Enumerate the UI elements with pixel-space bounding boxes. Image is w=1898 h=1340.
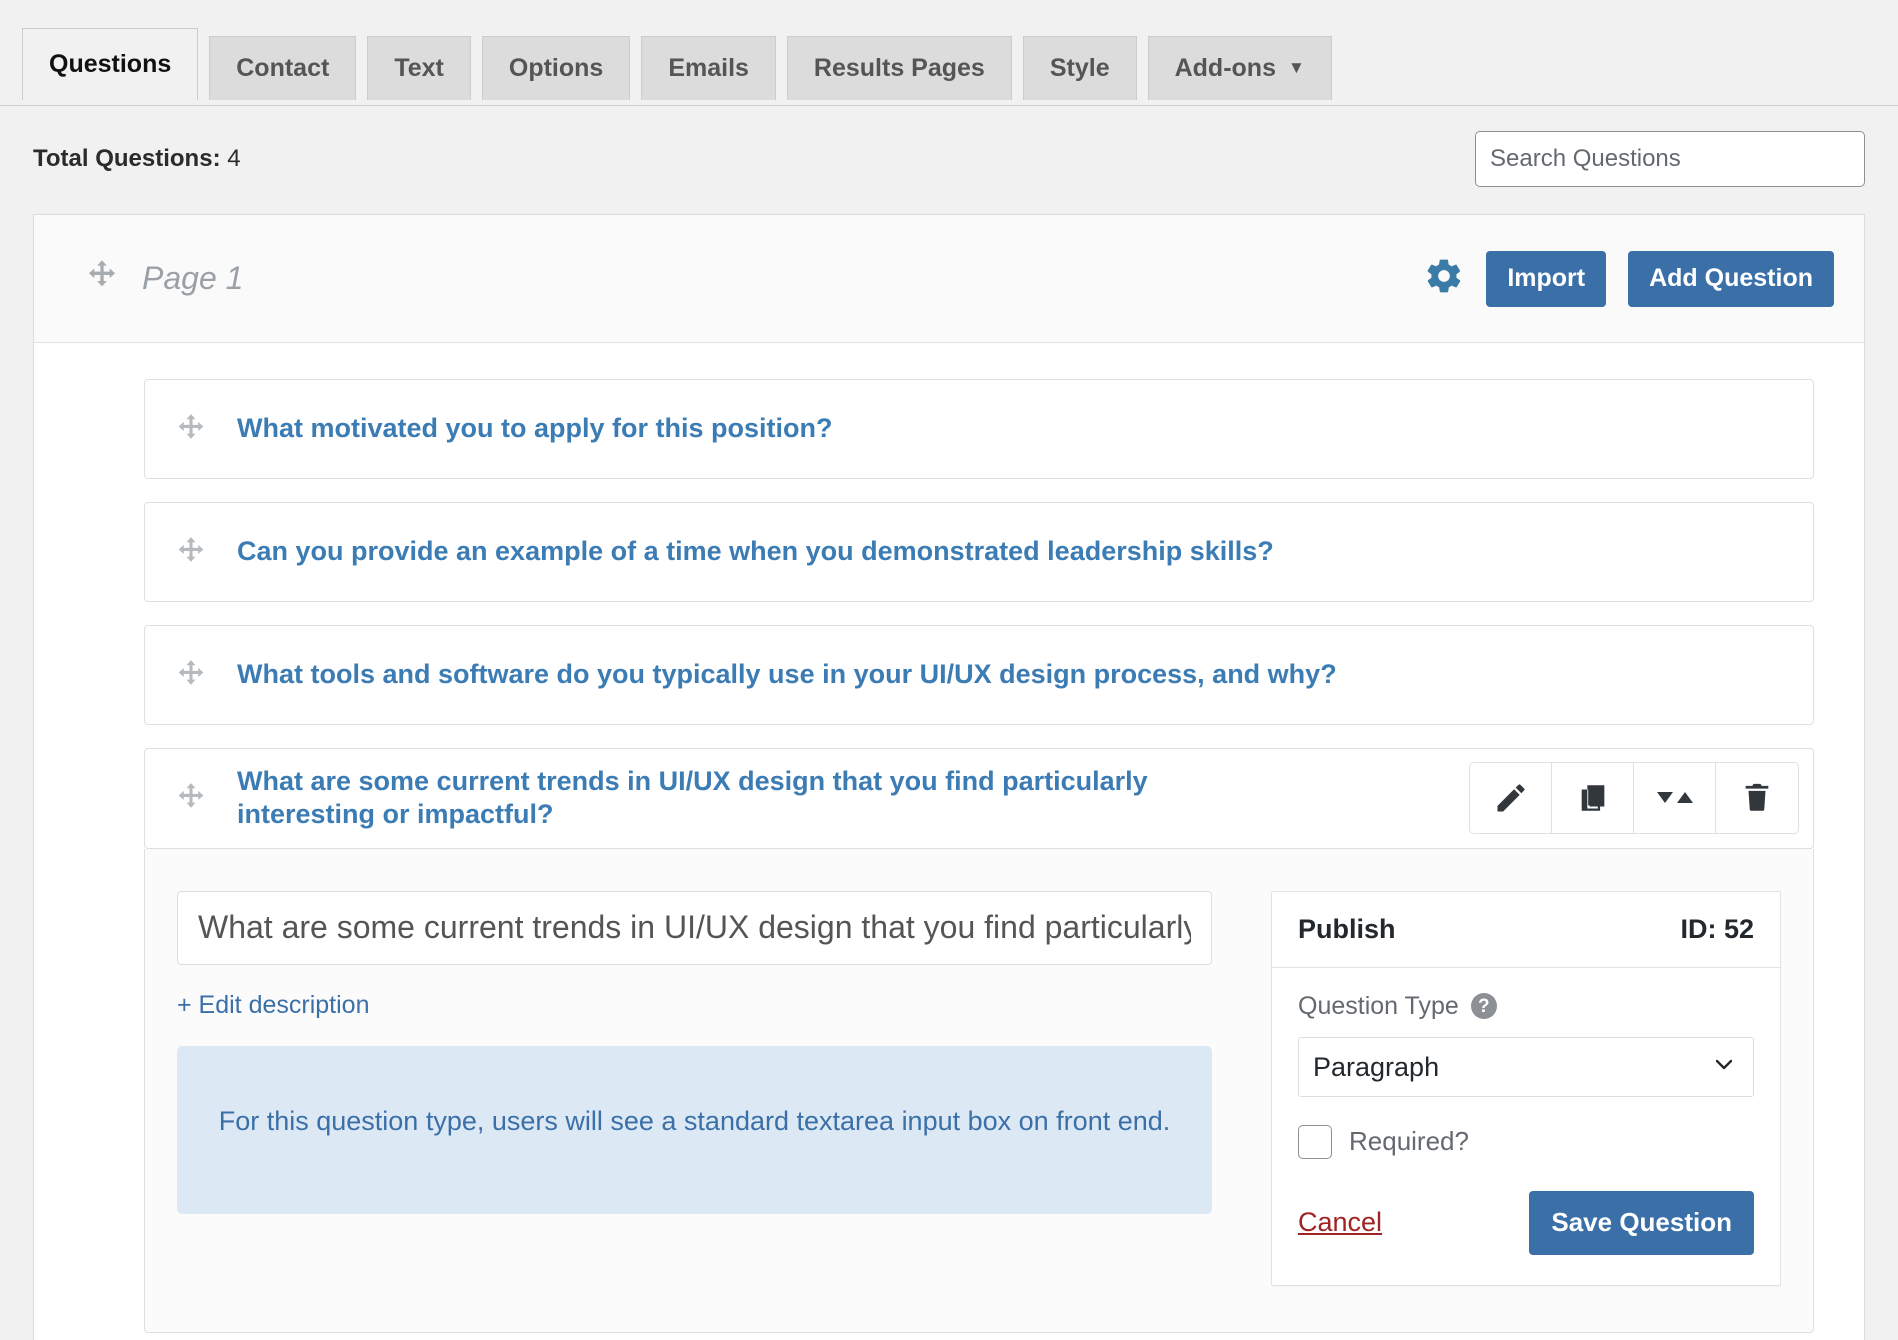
page-header-actions: Import Add Question [1424, 250, 1834, 307]
question-drag-handle[interactable] [145, 412, 237, 446]
question-title[interactable]: Can you provide an example of a time whe… [237, 535, 1298, 568]
tab-label: Options [508, 54, 604, 82]
publish-title: Publish [1298, 913, 1396, 944]
edit-icon[interactable] [1470, 763, 1552, 834]
publish-header: Publish ID: 52 [1272, 892, 1780, 968]
move-icon[interactable] [1634, 763, 1716, 834]
page-drag-handle[interactable] [84, 258, 120, 299]
tab-style[interactable]: Style [1022, 36, 1137, 100]
tab-bar: Questions Contact Text Options Emails Results… [0, 0, 1898, 106]
tab-results-pages[interactable]: Results Pages [786, 36, 1012, 100]
tab-bar-underline [0, 105, 1898, 106]
question-list: What motivated you to apply for this pos… [34, 343, 1864, 849]
page-header-left: Page 1 [84, 258, 243, 299]
question-row[interactable]: Can you provide an example of a time whe… [144, 502, 1814, 602]
question-row[interactable]: What are some current trends in UI/UX de… [144, 748, 1814, 849]
save-question-button[interactable]: Save Question [1529, 1190, 1754, 1255]
publish-footer: Cancel Save Question [1298, 1190, 1754, 1255]
question-drag-handle[interactable] [145, 658, 237, 692]
question-title[interactable]: What motivated you to apply for this pos… [237, 412, 857, 445]
required-checkbox[interactable] [1298, 1124, 1332, 1159]
total-questions: Total Questions: 4 [33, 145, 241, 173]
tab-label: Questions [49, 50, 172, 78]
tab-options[interactable]: Options [481, 36, 631, 100]
gear-icon[interactable] [1424, 256, 1464, 301]
page-header: Page 1 Import Add Question [34, 215, 1864, 343]
question-row[interactable]: What tools and software do you typically… [144, 625, 1814, 725]
question-title[interactable]: What are some current trends in UI/UX de… [237, 765, 1267, 832]
question-type-select[interactable]: Paragraph [1298, 1036, 1754, 1097]
question-title-input[interactable] [177, 890, 1212, 965]
tab-emails[interactable]: Emails [641, 36, 776, 100]
required-label[interactable]: Required? [1349, 1126, 1469, 1157]
tab-list: Questions Contact Text Options Emails Results… [22, 28, 1898, 101]
tab-label: Results Pages [813, 54, 985, 82]
import-button[interactable]: Import [1486, 250, 1607, 307]
tab-label: Contact [236, 54, 330, 82]
total-questions-label: Total Questions: [33, 145, 221, 172]
question-type-select-wrap: Paragraph [1298, 1036, 1754, 1097]
question-drag-handle[interactable] [145, 781, 237, 815]
duplicate-icon[interactable] [1552, 763, 1634, 834]
chevron-down-icon: ▼ [1287, 58, 1305, 77]
tab-text[interactable]: Text [367, 36, 471, 100]
add-question-button[interactable]: Add Question [1628, 250, 1834, 307]
help-icon[interactable]: ? [1470, 993, 1497, 1020]
question-type-hint: For this question type, users will see a… [177, 1045, 1212, 1215]
tab-label: Add-ons [1174, 54, 1276, 82]
tab-contact[interactable]: Contact [209, 36, 357, 100]
total-questions-count: 4 [227, 145, 241, 172]
questions-toolbar: Total Questions: 4 [0, 106, 1898, 188]
question-drag-handle[interactable] [145, 535, 237, 569]
page-title: Page 1 [142, 260, 244, 296]
question-id: ID: 52 [1680, 913, 1754, 944]
tab-questions[interactable]: Questions [22, 28, 199, 101]
question-row[interactable]: What motivated you to apply for this pos… [144, 379, 1814, 479]
question-editor: + Edit description For this question typ… [144, 848, 1814, 1333]
required-row: Required? [1298, 1124, 1754, 1159]
edit-description-link[interactable]: + Edit description [177, 991, 369, 1020]
tab-label: Emails [668, 54, 749, 82]
question-actions [1469, 762, 1799, 835]
tab-add-ons[interactable]: Add-ons ▼ [1147, 36, 1332, 100]
cancel-link[interactable]: Cancel [1298, 1207, 1382, 1238]
tab-label: Style [1049, 54, 1110, 82]
question-editor-main: + Edit description For this question typ… [177, 890, 1251, 1286]
publish-panel: Publish ID: 52 Question Type ? Paragraph [1271, 890, 1781, 1286]
question-type-label: Question Type [1298, 991, 1459, 1020]
delete-icon[interactable] [1716, 763, 1798, 834]
questions-panel: Page 1 Import Add Question What motivate… [33, 214, 1865, 1340]
publish-body: Question Type ? Paragraph Required? Canc… [1272, 968, 1780, 1285]
question-title[interactable]: What tools and software do you typically… [237, 658, 1361, 691]
tab-label: Text [394, 54, 444, 82]
question-type-label-row: Question Type ? [1298, 992, 1754, 1021]
search-input[interactable] [1475, 131, 1865, 187]
